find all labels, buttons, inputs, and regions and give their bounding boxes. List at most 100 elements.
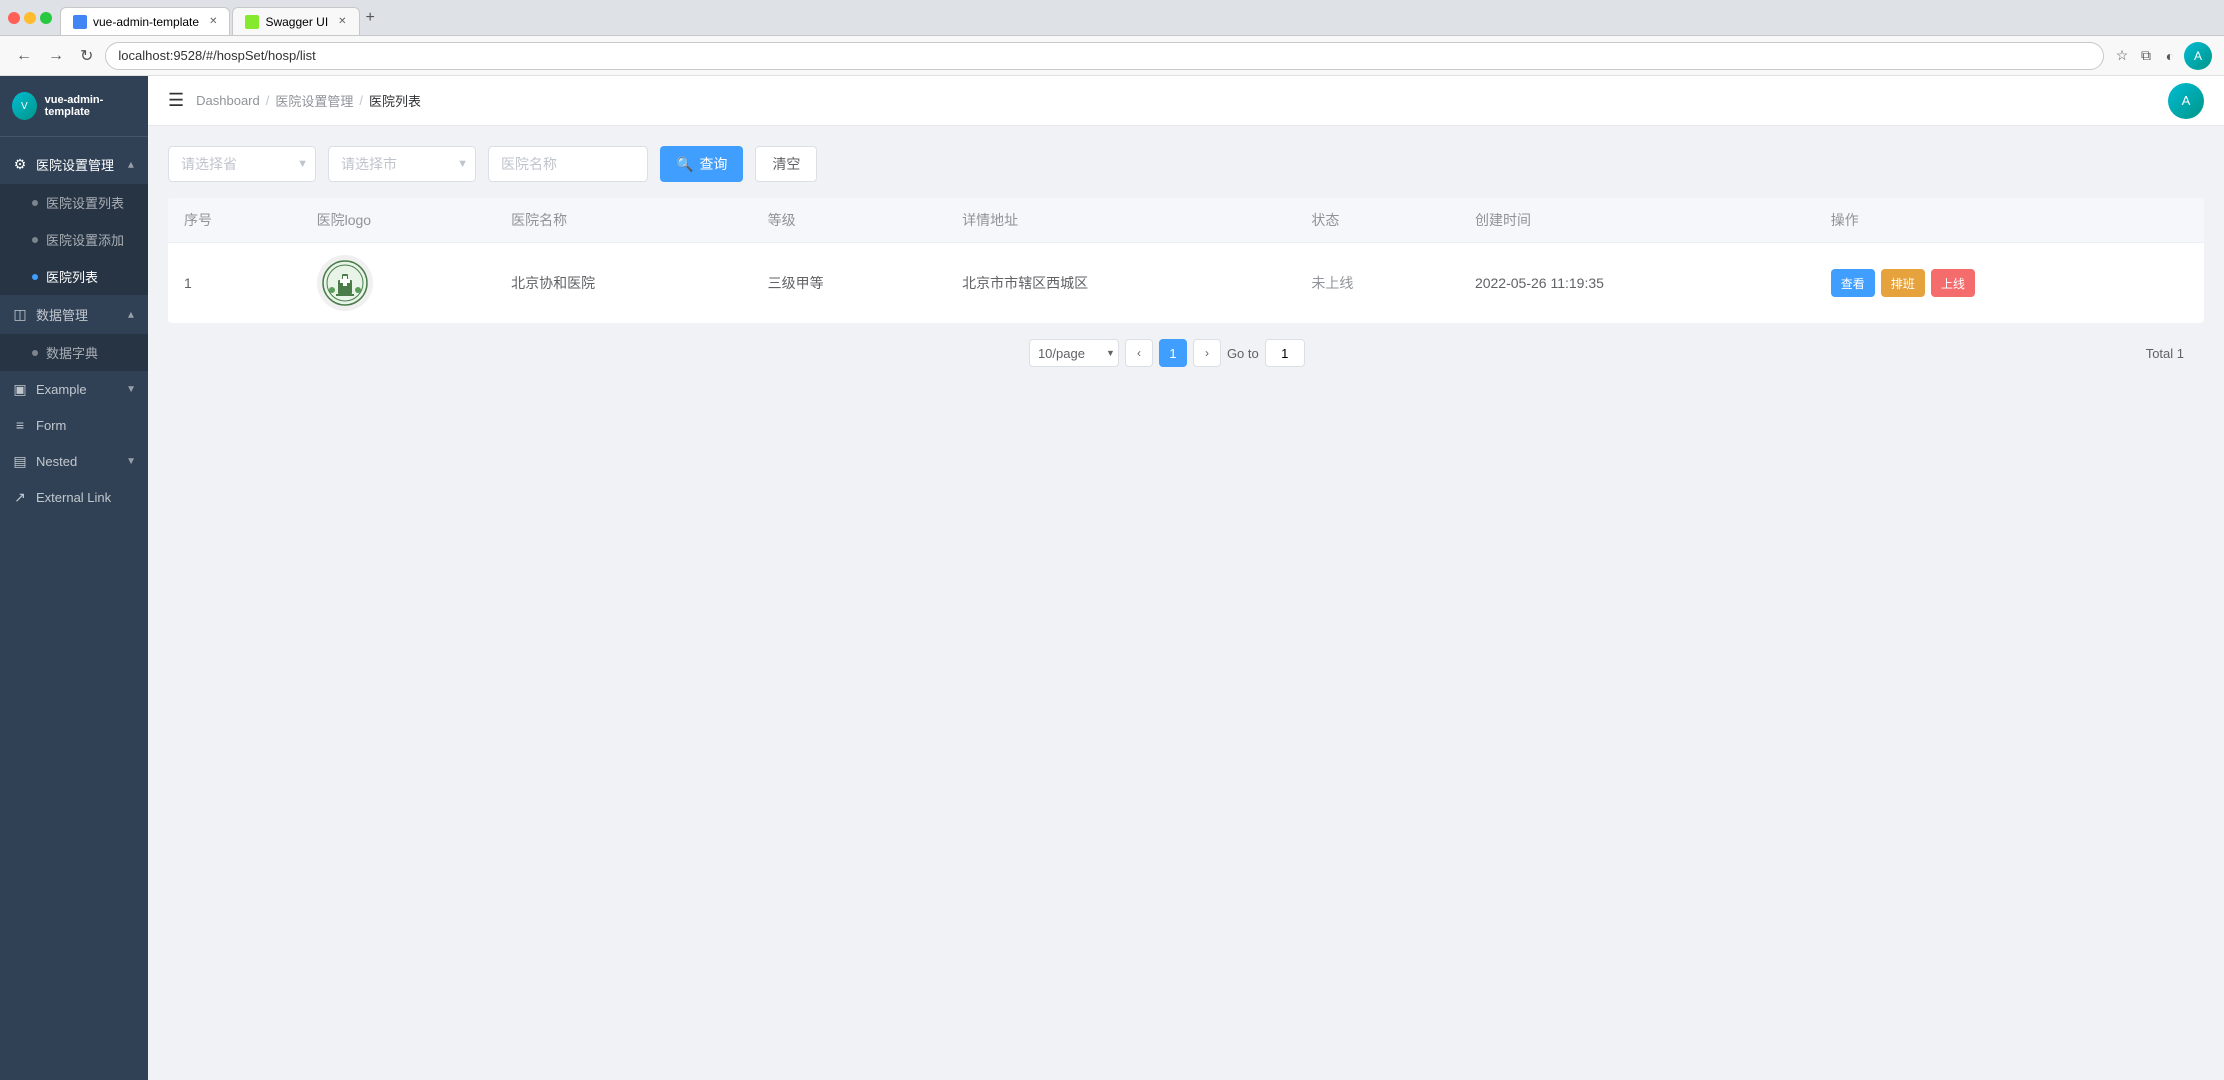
minimize-window-btn[interactable]: [24, 12, 36, 24]
submenu-dot: [32, 350, 38, 356]
nested-icon: ▤: [12, 453, 28, 469]
back-button[interactable]: ←: [12, 43, 36, 69]
action-group: 查看 排班 上线: [1831, 269, 2188, 297]
col-logo: 医院logo: [301, 198, 496, 243]
current-page-number[interactable]: 1: [1159, 339, 1187, 367]
next-page-button[interactable]: ›: [1193, 339, 1221, 367]
goto-input[interactable]: [1265, 339, 1305, 367]
sidebar-item-hosp-settings-add[interactable]: 医院设置添加: [0, 221, 148, 258]
settings-icon: ⚙: [12, 157, 28, 173]
address-actions: ☆ ⧉ ◐ A: [2112, 42, 2212, 70]
table-header: 序号 医院logo 医院名称 等级 详情地址 状态 创建时间 操作: [168, 198, 2204, 243]
hospital-logo-svg: [322, 260, 368, 306]
submenu-label-hosp-list: 医院列表: [46, 267, 98, 286]
expand-arrow-hosp: ▼: [126, 159, 136, 170]
cell-created: 2022-05-26 11:19:35: [1459, 243, 1815, 324]
breadcrumb: Dashboard / 医院设置管理 / 医院列表: [196, 91, 421, 110]
col-actions: 操作: [1815, 198, 2204, 243]
menu-label-external-link: External Link: [36, 490, 111, 505]
breadcrumb-sep-1: /: [266, 93, 270, 108]
sidebar-logo: V vue-admin-template: [0, 76, 148, 137]
submenu-dot: [32, 200, 38, 206]
logo-icon: V: [12, 92, 37, 120]
search-icon: 🔍: [676, 156, 693, 173]
bookmark-icon[interactable]: ☆: [2112, 46, 2132, 66]
reload-button[interactable]: ↻: [76, 42, 97, 70]
menu-label-data-mgmt: 数据管理: [36, 305, 88, 324]
view-button[interactable]: 查看: [1831, 269, 1875, 297]
total-text: Total 1: [2146, 346, 2184, 361]
city-select[interactable]: 请选择市: [328, 146, 476, 182]
profile-icon[interactable]: ◐: [2160, 46, 2180, 66]
maximize-window-btn[interactable]: [40, 12, 52, 24]
sidebar-item-hosp-settings-list[interactable]: 医院设置列表: [0, 184, 148, 221]
app-layout: V vue-admin-template ⚙ 医院设置管理 ▼ 医院设置列表 医: [0, 76, 2224, 1080]
breadcrumb-dashboard[interactable]: Dashboard: [196, 93, 260, 108]
hospital-table-element: 序号 医院logo 医院名称 等级 详情地址 状态 创建时间 操作 1: [168, 198, 2204, 323]
query-button[interactable]: 🔍 查询: [660, 146, 743, 182]
menu-label-example: Example: [36, 382, 87, 397]
page-size-wrapper: 10/page 20/page 50/page 100/page ▼: [1029, 339, 1119, 367]
data-icon: ◫: [12, 307, 28, 323]
sidebar-item-hosp-list[interactable]: 医院列表: [0, 258, 148, 295]
province-select[interactable]: 请选择省: [168, 146, 316, 182]
submenu-dot: [32, 237, 38, 243]
tab-bar: vue-admin-template ✕ Swagger UI ✕ +: [60, 0, 2216, 35]
tab-vue-admin[interactable]: vue-admin-template ✕: [60, 7, 230, 35]
sidebar-item-nested[interactable]: ▤ Nested ▼: [0, 443, 148, 479]
edit-button[interactable]: 排班: [1881, 269, 1925, 297]
breadcrumb-hosp-settings[interactable]: 医院设置管理: [275, 91, 353, 110]
close-window-btn[interactable]: [8, 12, 20, 24]
goto-section: Go to: [1227, 339, 1305, 367]
cell-name: 北京协和医院: [495, 243, 751, 324]
header-avatar[interactable]: A: [2168, 83, 2204, 119]
sidebar-item-external-link[interactable]: ↗ External Link: [0, 479, 148, 515]
sidebar-menu: ⚙ 医院设置管理 ▼ 医院设置列表 医院设置添加 医院列表: [0, 137, 148, 1080]
window-controls: [8, 12, 52, 24]
menu-label-nested: Nested: [36, 454, 77, 469]
page-size-select[interactable]: 10/page 20/page 50/page 100/page: [1029, 339, 1119, 367]
city-select-wrapper: 请选择市 ▼: [328, 146, 476, 182]
example-icon: ▣: [12, 381, 28, 397]
extensions-icon[interactable]: ⧉: [2136, 46, 2156, 66]
sidebar-item-form[interactable]: ≡ Form: [0, 407, 148, 443]
clear-button[interactable]: 清空: [755, 146, 817, 182]
submenu-label-settings-list: 医院设置列表: [46, 193, 124, 212]
hospital-table: 序号 医院logo 医院名称 等级 详情地址 状态 创建时间 操作 1: [168, 198, 2204, 323]
menu-item-left-example: ▣ Example: [12, 381, 87, 397]
goto-label: Go to: [1227, 346, 1259, 361]
tab-close-swagger[interactable]: ✕: [338, 16, 346, 27]
tab-label-swagger: Swagger UI: [265, 15, 328, 29]
main-content: ☰ Dashboard / 医院设置管理 / 医院列表 A 请选择省 ▼: [148, 76, 2224, 1080]
breadcrumb-hosp-list: 医院列表: [369, 91, 421, 110]
hamburger-button[interactable]: ☰: [168, 90, 184, 111]
sidebar-item-data-mgmt[interactable]: ◫ 数据管理 ▼: [0, 295, 148, 334]
browser-user-avatar[interactable]: A: [2184, 42, 2212, 70]
menu-item-left-form: ≡ Form: [12, 417, 66, 433]
tab-swagger[interactable]: Swagger UI ✕: [232, 7, 359, 35]
pagination-container: 10/page 20/page 50/page 100/page ▼ ‹ 1 ›…: [168, 323, 2204, 383]
tab-close-vue[interactable]: ✕: [209, 16, 217, 27]
hospital-name-input[interactable]: [488, 146, 648, 182]
forward-button[interactable]: →: [44, 43, 68, 69]
col-index: 序号: [168, 198, 301, 243]
sidebar-item-example[interactable]: ▣ Example ▼: [0, 371, 148, 407]
submenu-dot: [32, 274, 38, 280]
new-tab-button[interactable]: +: [362, 9, 379, 27]
menu-item-left-data: ◫ 数据管理: [12, 305, 88, 324]
sidebar-item-hosp-settings[interactable]: ⚙ 医院设置管理 ▼: [0, 145, 148, 184]
prev-page-button[interactable]: ‹: [1125, 339, 1153, 367]
online-button[interactable]: 上线: [1931, 269, 1975, 297]
cell-address: 北京市市辖区西城区: [946, 243, 1295, 324]
address-bar: ← → ↻ ☆ ⧉ ◐ A: [0, 36, 2224, 76]
status-badge: 未上线: [1311, 275, 1353, 291]
header: ☰ Dashboard / 医院设置管理 / 医院列表 A: [148, 76, 2224, 126]
form-icon: ≡: [12, 417, 28, 433]
address-input[interactable]: [105, 42, 2104, 70]
sidebar-item-data-dict[interactable]: 数据字典: [0, 334, 148, 371]
page-content: 请选择省 ▼ 请选择市 ▼ 🔍 查询 清空: [148, 126, 2224, 1080]
menu-item-left-external: ↗ External Link: [12, 489, 111, 505]
table-header-row: 序号 医院logo 医院名称 等级 详情地址 状态 创建时间 操作: [168, 198, 2204, 243]
sidebar: V vue-admin-template ⚙ 医院设置管理 ▼ 医院设置列表 医: [0, 76, 148, 1080]
external-link-icon: ↗: [12, 489, 28, 505]
